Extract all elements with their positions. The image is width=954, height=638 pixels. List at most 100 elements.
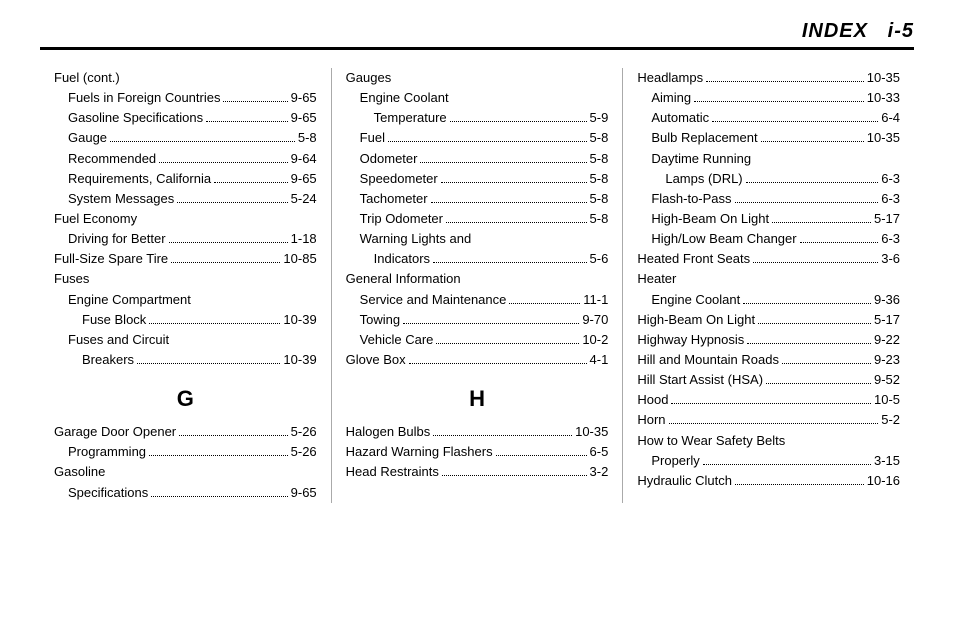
leader-dots [137, 363, 280, 364]
index-entry: Fuel (cont.) [54, 68, 317, 88]
index-entry-page: 9-65 [291, 88, 317, 108]
leader-dots [706, 81, 864, 82]
leader-dots [800, 242, 879, 243]
index-entry-label: Bulb Replacement [651, 128, 757, 148]
index-entry-page: 3-2 [590, 462, 609, 482]
index-entry-page: 10-85 [283, 249, 316, 269]
leader-dots [206, 121, 288, 122]
index-entry-label: Glove Box [346, 350, 406, 370]
index-entry-page: 9-22 [874, 330, 900, 350]
index-entry-page: 6-3 [881, 229, 900, 249]
index-entry-page: 10-39 [283, 310, 316, 330]
header-title: INDEX i-5 [802, 20, 914, 43]
index-entry: High-Beam On Light5-17 [637, 209, 900, 229]
leader-dots [712, 121, 878, 122]
index-entry: Fuel Economy [54, 209, 317, 229]
index-entry: Aiming10-33 [637, 88, 900, 108]
index-entry-label: Warning Lights and [360, 229, 472, 249]
index-entry: Hazard Warning Flashers6-5 [346, 442, 609, 462]
index-entry: Odometer 5-8 [346, 149, 609, 169]
column-2: GaugesEngine CoolantTemperature5-9Fuel5-… [331, 68, 623, 503]
index-entry: Halogen Bulbs10-35 [346, 422, 609, 442]
leader-dots [766, 383, 871, 384]
index-entry-label: Hazard Warning Flashers [346, 442, 493, 462]
index-entry: Lamps (DRL)6-3 [637, 169, 900, 189]
index-entry-page: 4-1 [590, 350, 609, 370]
index-entry-page: 5-17 [874, 310, 900, 330]
index-entry: Heater [637, 269, 900, 289]
index-entry-page: 10-5 [874, 390, 900, 410]
index-columns: Fuel (cont.)Fuels in Foreign Countries 9-… [40, 68, 914, 503]
header-page-number: i-5 [888, 20, 914, 42]
index-entry-label: Fuses [54, 269, 89, 289]
index-entry-label: High/Low Beam Changer [651, 229, 796, 249]
index-entry: Head Restraints3-2 [346, 462, 609, 482]
index-entry-label: Fuels in Foreign Countries [68, 88, 220, 108]
index-entry-label: Heater [637, 269, 676, 289]
index-entry-page: 5-6 [590, 249, 609, 269]
index-entry-label: Hill and Mountain Roads [637, 350, 779, 370]
leader-dots [149, 323, 280, 324]
index-entry-label: Headlamps [637, 68, 703, 88]
leader-dots [110, 141, 295, 142]
index-entry: Properly3-15 [637, 451, 900, 471]
index-entry-page: 9-65 [291, 483, 317, 503]
leader-dots [735, 202, 879, 203]
index-entry-page: 9-70 [582, 310, 608, 330]
index-entry: Engine Coolant [346, 88, 609, 108]
index-entry-page: 9-23 [874, 350, 900, 370]
index-entry-label: Temperature [374, 108, 447, 128]
index-entry: Fuse Block10-39 [54, 310, 317, 330]
index-entry: Highway Hypnosis9-22 [637, 330, 900, 350]
index-entry-label: Automatic [651, 108, 709, 128]
leader-dots [159, 162, 287, 163]
index-entry-label: Fuses and Circuit [68, 330, 169, 350]
index-entry-page: 9-65 [291, 169, 317, 189]
index-entry-page: 9-36 [874, 290, 900, 310]
index-entry: Gasoline Specifications 9-65 [54, 108, 317, 128]
index-entry-label: Daytime Running [651, 149, 751, 169]
index-entry-label: Garage Door Opener [54, 422, 176, 442]
index-entry: Vehicle Care10-2 [346, 330, 609, 350]
index-entry: Garage Door Opener5-26 [54, 422, 317, 442]
index-entry: Driving for Better1-18 [54, 229, 317, 249]
index-entry: Speedometer5-8 [346, 169, 609, 189]
leader-dots [703, 464, 871, 465]
leader-dots [782, 363, 871, 364]
leader-dots [735, 484, 864, 485]
index-entry-page: 5-8 [590, 189, 609, 209]
index-entry-label: High-Beam On Light [651, 209, 769, 229]
index-entry: Horn5-2 [637, 410, 900, 430]
leader-dots [446, 222, 587, 223]
leader-dots [179, 435, 288, 436]
index-entry-page: 5-8 [590, 209, 609, 229]
index-entry-page: 5-8 [590, 149, 609, 169]
leader-dots [442, 475, 587, 476]
column-1: Fuel (cont.)Fuels in Foreign Countries 9-… [40, 68, 331, 503]
index-entry-label: Fuel (cont.) [54, 68, 120, 88]
index-entry-label: Gasoline Specifications [68, 108, 203, 128]
leader-dots [433, 262, 587, 263]
index-entry-label: Driving for Better [68, 229, 166, 249]
leader-dots [761, 141, 864, 142]
leader-dots [169, 242, 288, 243]
index-entry: System Messages5-24 [54, 189, 317, 209]
leader-dots [496, 455, 587, 456]
leader-dots [441, 182, 587, 183]
index-entry-label: Odometer [360, 149, 418, 169]
index-entry-label: Trip Odometer [360, 209, 443, 229]
leader-dots [171, 262, 280, 263]
index-entry: Hill and Mountain Roads 9-23 [637, 350, 900, 370]
index-entry-page: 10-33 [867, 88, 900, 108]
leader-dots [694, 101, 864, 102]
index-entry: How to Wear Safety Belts [637, 431, 900, 451]
page-header: INDEX i-5 [40, 20, 914, 50]
section-letter: G [54, 382, 317, 416]
index-entry-label: Fuel [360, 128, 385, 148]
leader-dots [151, 496, 287, 497]
leader-dots [223, 101, 287, 102]
leader-dots [409, 363, 587, 364]
index-entry-label: Gauge [68, 128, 107, 148]
index-entry: Service and Maintenance11-1 [346, 290, 609, 310]
index-entry-page: 9-65 [291, 108, 317, 128]
